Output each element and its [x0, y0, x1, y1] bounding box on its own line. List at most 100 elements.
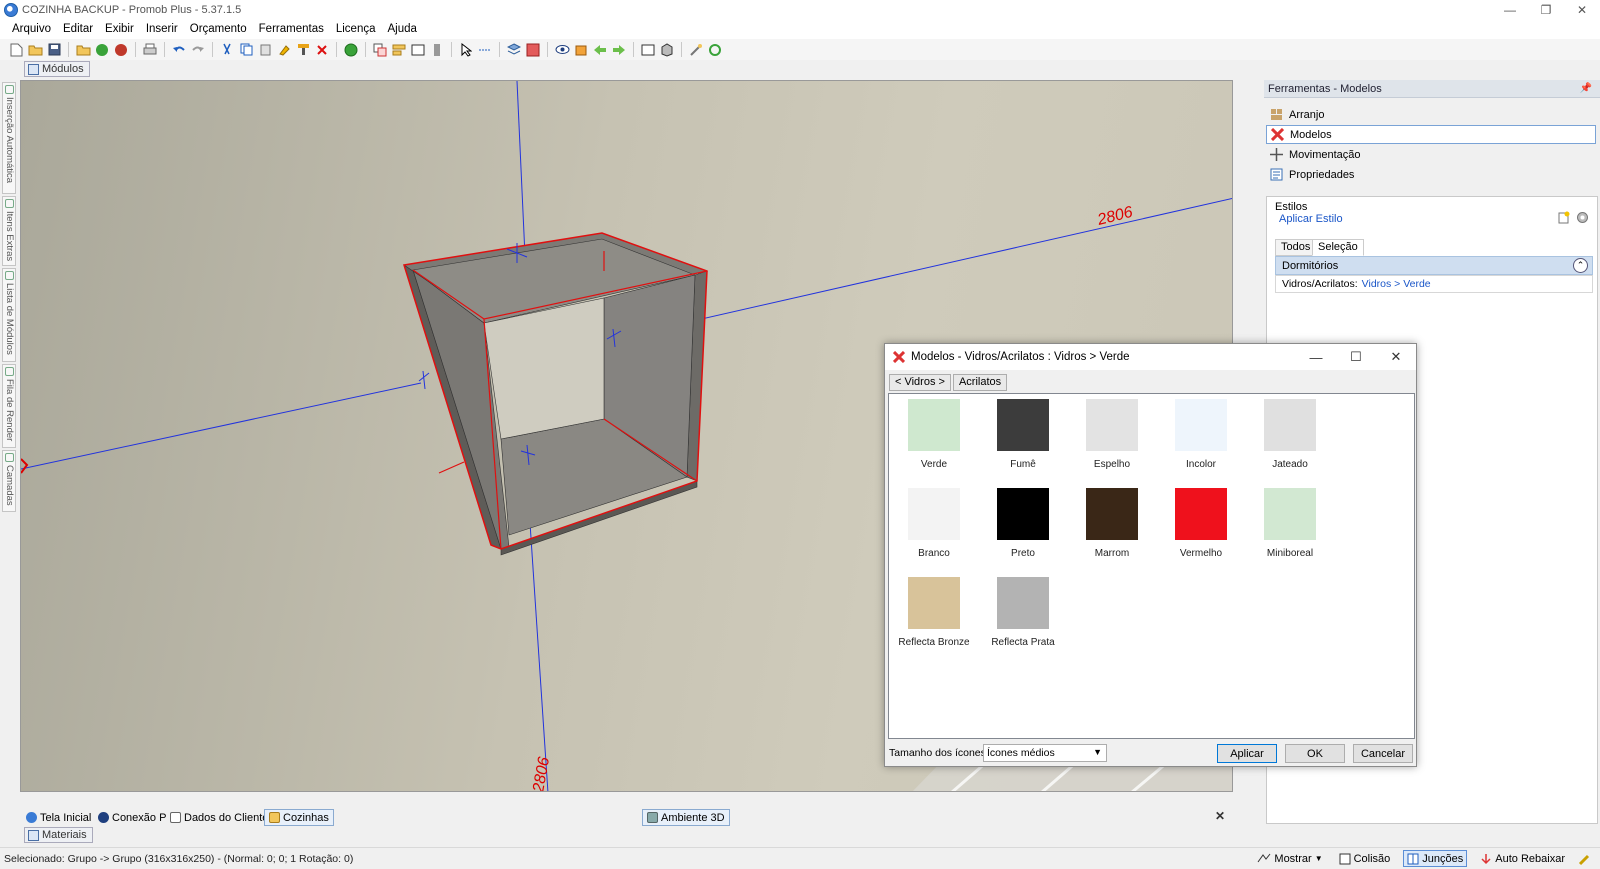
- menu-licenca[interactable]: Licença: [330, 23, 382, 35]
- materials-tab-row: Materiais: [20, 826, 1233, 846]
- dialog-close-button[interactable]: ✕: [1376, 344, 1416, 370]
- swatch-item[interactable]: Preto: [978, 485, 1068, 565]
- render-quality-icon[interactable]: [113, 42, 129, 58]
- layers-icon[interactable]: [506, 42, 522, 58]
- rectangle-icon[interactable]: [410, 42, 426, 58]
- show-toggle[interactable]: Mostrar ▼: [1254, 850, 1325, 867]
- tab-conexao[interactable]: Conexão P: [94, 809, 170, 826]
- eye-icon[interactable]: [554, 42, 570, 58]
- tab-tela-inicial[interactable]: Tela Inicial: [22, 809, 95, 826]
- copy-icon[interactable]: [238, 42, 254, 58]
- collapse-icon[interactable]: ⌃: [1573, 258, 1588, 273]
- undo-icon[interactable]: [171, 42, 187, 58]
- tab-dados-cliente[interactable]: Dados do Cliente: [166, 809, 272, 826]
- restore-button[interactable]: ❐: [1528, 0, 1564, 19]
- dialog-maximize-button[interactable]: ☐: [1336, 344, 1376, 370]
- nav-acrilatos-button[interactable]: Acrilatos: [952, 374, 1008, 391]
- redo-icon[interactable]: [190, 42, 206, 58]
- menu-editar[interactable]: Editar: [57, 23, 99, 35]
- new-style-icon[interactable]: [1557, 211, 1570, 224]
- close-document-button[interactable]: ✕: [1215, 809, 1225, 823]
- swatch-item[interactable]: Vermelho: [1156, 485, 1246, 565]
- swatch-item[interactable]: Jateado: [1245, 396, 1335, 476]
- print-icon[interactable]: [142, 42, 158, 58]
- apply-style-link[interactable]: Aplicar Estilo: [1279, 213, 1343, 225]
- modules-tab[interactable]: Módulos: [24, 61, 90, 77]
- nav-arranjo[interactable]: Arranjo: [1266, 105, 1596, 124]
- box-3d-icon[interactable]: [659, 42, 675, 58]
- cut-icon[interactable]: [219, 42, 235, 58]
- nav-modelos[interactable]: Modelos: [1266, 125, 1596, 144]
- dock-tab-insercao[interactable]: Inserção Automática: [2, 82, 16, 194]
- swatch-item[interactable]: Reflecta Prata: [978, 574, 1068, 654]
- arrange-icon: [1271, 109, 1282, 120]
- icon-size-select[interactable]: Ícones médios ▼: [983, 744, 1107, 762]
- menu-arquivo[interactable]: Arquivo: [6, 23, 57, 35]
- menu-ajuda[interactable]: Ajuda: [381, 23, 422, 35]
- menu-orcamento[interactable]: Orçamento: [184, 23, 253, 35]
- swatch-label: Jateado: [1272, 459, 1308, 470]
- tab-todos[interactable]: Todos: [1275, 239, 1317, 256]
- tab-cozinhas[interactable]: Cozinhas: [264, 809, 334, 826]
- swatch-item[interactable]: Espelho: [1067, 396, 1157, 476]
- group-dormitorios[interactable]: Dormitórios ⌃: [1275, 256, 1593, 275]
- paste-icon[interactable]: [257, 42, 273, 58]
- dialog-minimize-button[interactable]: —: [1296, 344, 1336, 370]
- arrow-left-icon[interactable]: [592, 42, 608, 58]
- paint-icon[interactable]: [276, 42, 292, 58]
- swatch-item[interactable]: Verde: [889, 396, 979, 476]
- import-icon[interactable]: [75, 42, 91, 58]
- format-painter-icon[interactable]: [295, 42, 311, 58]
- tab-ambiente-3d[interactable]: Ambiente 3D: [642, 809, 730, 826]
- auto-lower-toggle[interactable]: Auto Rebaixar: [1477, 850, 1568, 867]
- new-file-icon[interactable]: [8, 42, 24, 58]
- settings-gear-icon[interactable]: [1576, 211, 1589, 224]
- render-icon[interactable]: [94, 42, 110, 58]
- save-icon[interactable]: [46, 42, 62, 58]
- ok-button[interactable]: OK: [1285, 744, 1345, 763]
- delete-icon[interactable]: [314, 42, 330, 58]
- globe-icon[interactable]: [343, 42, 359, 58]
- joints-toggle[interactable]: Junções: [1403, 850, 1468, 867]
- magic-icon[interactable]: [688, 42, 704, 58]
- tab-selecao[interactable]: Seleção: [1312, 239, 1364, 256]
- measure-icon[interactable]: [477, 42, 493, 58]
- minimize-button[interactable]: —: [1492, 0, 1528, 19]
- dock-tab-itens-extras[interactable]: Itens Extras: [2, 196, 16, 266]
- arrow-right-icon[interactable]: [611, 42, 627, 58]
- align-icon[interactable]: [391, 42, 407, 58]
- refresh-icon[interactable]: [707, 42, 723, 58]
- apply-button[interactable]: Aplicar: [1217, 744, 1277, 763]
- swatch-item[interactable]: Incolor: [1156, 396, 1246, 476]
- dock-tab-camadas[interactable]: Camadas: [2, 450, 16, 512]
- toolbar-separator: [212, 42, 213, 57]
- collision-toggle[interactable]: Colisão: [1336, 850, 1394, 867]
- menu-exibir[interactable]: Exibir: [99, 23, 140, 35]
- open-folder-icon[interactable]: [27, 42, 43, 58]
- group-icon[interactable]: [372, 42, 388, 58]
- nav-propriedades[interactable]: Propriedades: [1266, 165, 1596, 184]
- pin-icon[interactable]: 📌: [1580, 83, 1592, 94]
- menu-ferramentas[interactable]: Ferramentas: [253, 23, 330, 35]
- select-pointer-icon[interactable]: [458, 42, 474, 58]
- view-icon[interactable]: [640, 42, 656, 58]
- nav-movimentacao[interactable]: Movimentação: [1266, 145, 1596, 164]
- swatch-item[interactable]: Fumê: [978, 396, 1068, 476]
- camera-icon[interactable]: [573, 42, 589, 58]
- cancel-button[interactable]: Cancelar: [1353, 744, 1413, 763]
- property-value-link[interactable]: Vidros > Verde: [1362, 278, 1431, 290]
- chart-icon[interactable]: [525, 42, 541, 58]
- tools-icon[interactable]: [1578, 852, 1592, 866]
- wall-icon[interactable]: [429, 42, 445, 58]
- swatch-item[interactable]: Branco: [889, 485, 979, 565]
- dock-tab-lista-modulos[interactable]: Lista de Módulos: [2, 268, 16, 362]
- close-button[interactable]: ✕: [1564, 0, 1600, 19]
- dock-tab-fila-render[interactable]: Fila de Render: [2, 364, 16, 448]
- swatch-item[interactable]: Reflecta Bronze: [889, 574, 979, 654]
- swatch-item[interactable]: Miniboreal: [1245, 485, 1335, 565]
- swatch-item[interactable]: Marrom: [1067, 485, 1157, 565]
- nav-vidros-button[interactable]: < Vidros >: [889, 374, 951, 391]
- menu-inserir[interactable]: Inserir: [140, 23, 184, 35]
- materials-tab[interactable]: Materiais: [24, 827, 93, 843]
- property-row[interactable]: Vidros/Acrilatos: Vidros > Verde: [1275, 275, 1593, 293]
